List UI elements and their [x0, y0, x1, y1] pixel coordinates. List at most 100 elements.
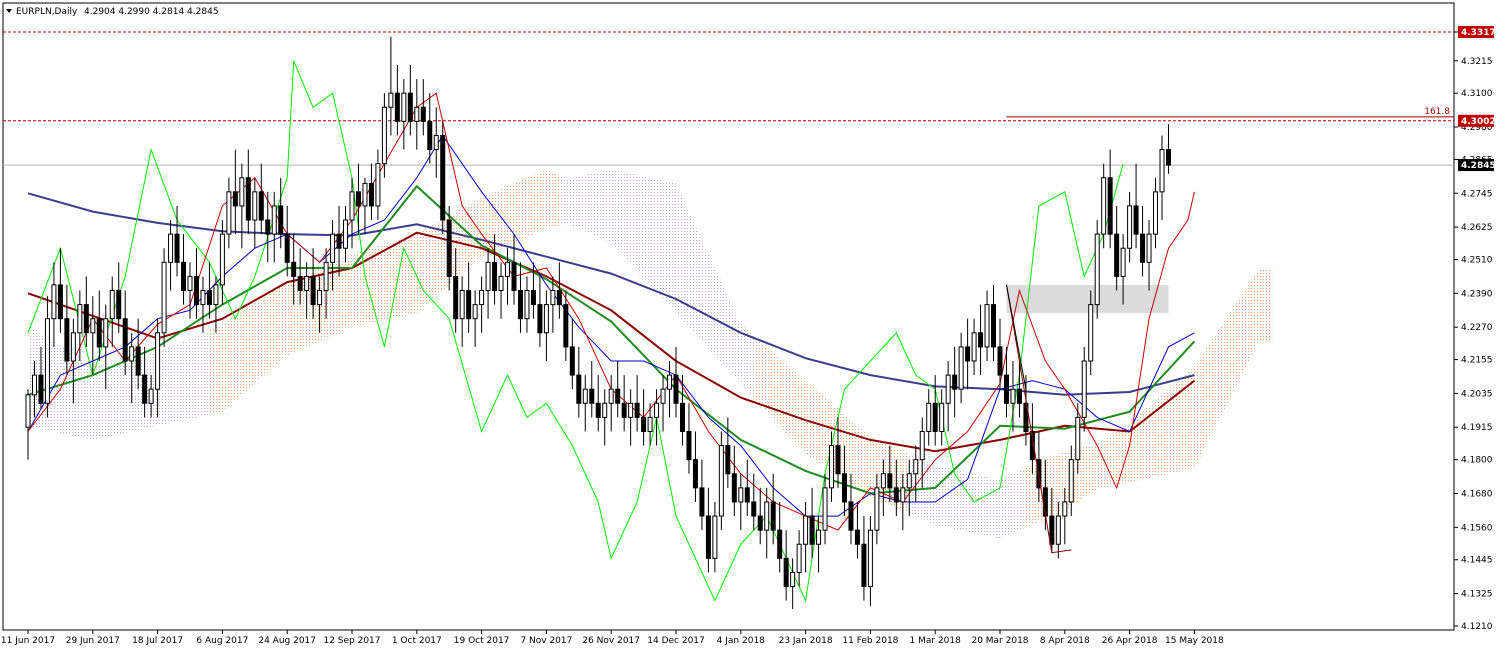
candle-body-bull [155, 332, 161, 390]
time-axis[interactable]: 11 Jun 2017 29 Jun 2017 18 Jul 2017 6 Aug 2… [1, 630, 1224, 646]
price-chart[interactable]: 161.8 4.33174.32154.31004.29804.28654.27… [0, 0, 1497, 650]
resistance-zone [1006, 284, 1169, 314]
candle-body-bull [524, 290, 530, 320]
candle-body-bear [1003, 374, 1009, 404]
candle-body-bear [530, 290, 536, 306]
level-price-tag[interactable]: 4.3002 [1458, 114, 1496, 127]
candle-body-bull [349, 191, 355, 221]
chart-window: 161.8 4.33174.32154.31004.29804.28654.27… [0, 0, 1497, 650]
candle-body-bull [1101, 177, 1107, 235]
candle-body-bear [725, 445, 731, 475]
candle-body-bull [654, 402, 660, 418]
y-tick-label: 4.3100 [1461, 89, 1493, 99]
candle-body-bull [168, 233, 174, 263]
candle-body-bull [213, 284, 219, 306]
candle-body-bear [731, 473, 737, 503]
candle-body-bull [459, 290, 465, 320]
candle-body-bull [1055, 515, 1061, 545]
candle-body-bull [1159, 149, 1165, 193]
y-tick-label: 4.2155 [1461, 356, 1493, 366]
candle-body-bear [1049, 515, 1055, 545]
candle-body-bear [64, 318, 70, 362]
candle-body-bear [181, 261, 187, 292]
candle-body-bull [1062, 501, 1068, 517]
x-tick-label: 4 Jan 2018 [717, 636, 765, 646]
candle-body-bear [446, 219, 452, 277]
x-tick-label: 6 Aug 2017 [196, 636, 248, 646]
candle-body-bear [991, 304, 997, 348]
x-tick-label: 19 Oct 2017 [454, 636, 510, 646]
y-tick-label: 4.1680 [1461, 489, 1493, 499]
x-tick-label: 1 Oct 2017 [392, 636, 442, 646]
candle-body-bull [1127, 205, 1133, 249]
level-price-tag[interactable]: 4.3317 [1458, 26, 1496, 38]
candle-body-bull [1153, 191, 1159, 235]
candle-body-bear [854, 529, 860, 545]
x-tick-label: 1 Mar 2018 [910, 636, 962, 646]
candle-body-bull [712, 515, 718, 559]
candle-body-bull [790, 571, 796, 588]
candle-body-bull [271, 205, 277, 235]
candle-body-bull [1094, 233, 1100, 306]
x-tick-label: 15 May 2018 [1165, 636, 1224, 646]
candle-body-bull [874, 487, 880, 531]
candle-body-bull [608, 388, 614, 404]
candle-body-bear [453, 275, 459, 320]
candle-body-bull [200, 290, 206, 306]
candle-body-bull [51, 284, 57, 320]
candlestick [718, 431, 724, 531]
candle-body-bear [265, 219, 271, 235]
candle-body-bear [563, 304, 569, 348]
y-tick-label: 4.1325 [1461, 590, 1493, 600]
candle-body-bear [699, 487, 705, 517]
candle-body-bear [440, 134, 446, 221]
candle-body-bear [679, 402, 685, 432]
y-tick-label: 4.2035 [1461, 389, 1493, 399]
candle-body-bear [641, 416, 647, 432]
candle-body-bear [673, 374, 679, 404]
candle-body-bull [718, 445, 724, 517]
candle-body-bull [738, 487, 744, 503]
candle-body-bear [135, 346, 141, 376]
candle-body-bear [232, 191, 238, 207]
candle-body-bear [705, 515, 711, 559]
candle-body-bear [355, 191, 361, 207]
candle-body-bear [848, 501, 854, 531]
candle-body-bear [783, 557, 789, 588]
candle-body-bear [407, 92, 413, 122]
candle-body-bull [129, 346, 135, 362]
candle-body-bear [1133, 205, 1139, 235]
candle-body-bear [297, 275, 303, 292]
candle-body-bull [867, 529, 873, 588]
candle-body-bear [258, 191, 264, 221]
candle-body-bull [900, 487, 906, 503]
candle-body-bull [103, 318, 109, 348]
candle-body-bull [25, 394, 31, 428]
current-price-tag[interactable]: 4.2845 [1458, 159, 1496, 172]
candle-body-bear [835, 445, 841, 475]
x-tick-label: 26 Nov 2017 [582, 636, 640, 646]
candle-body-bear [206, 290, 212, 306]
candle-body-bull [1146, 233, 1152, 263]
candle-body-bull [764, 501, 770, 531]
candle-body-bear [952, 374, 958, 390]
candle-body-bear [284, 233, 290, 263]
candle-body-bull [381, 106, 387, 165]
candle-body-bull [472, 304, 478, 320]
candle-body-bull [252, 191, 258, 221]
y-tick-label: 4.1560 [1461, 523, 1493, 533]
y-tick-label: 4.1210 [1461, 622, 1493, 632]
candle-body-bull [485, 261, 491, 292]
candle-body-bull [109, 290, 115, 320]
candle-body-bear [193, 275, 199, 306]
candle-body-bear [291, 261, 297, 277]
candle-body-bull [602, 402, 608, 418]
candle-body-bull [829, 445, 835, 489]
candle-body-bear [556, 290, 562, 306]
candle-body-bear [142, 374, 148, 404]
fibonacci-label: 161.8 [1424, 107, 1450, 117]
candle-body-bull [323, 261, 329, 292]
candle-body-bull [971, 332, 977, 362]
candle-body-bull [880, 473, 886, 489]
candle-body-bull [958, 346, 964, 390]
